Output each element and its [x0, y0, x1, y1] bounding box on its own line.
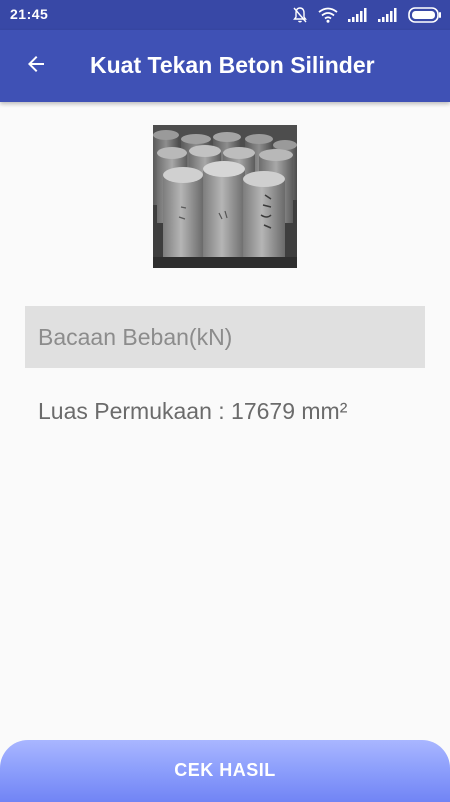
concrete-cylinders-image	[153, 125, 297, 268]
status-time: 21:45	[10, 6, 49, 22]
status-icons	[292, 5, 442, 25]
surface-area-text: Luas Permukaan : 17679 mm²	[38, 398, 348, 424]
check-result-button[interactable]: CEK HASIL	[0, 740, 450, 802]
signal-icon	[348, 8, 368, 22]
app-bar: Kuat Tekan Beton Silinder	[0, 30, 450, 102]
notifications-off-icon	[292, 6, 308, 24]
back-button[interactable]	[18, 48, 54, 84]
battery-icon	[408, 7, 442, 23]
page-title: Kuat Tekan Beton Silinder	[90, 52, 375, 78]
wifi-icon	[318, 7, 338, 23]
status-bar: 21:45	[0, 0, 450, 30]
signal-icon	[378, 8, 398, 22]
load-input[interactable]	[25, 306, 425, 368]
arrow-left-icon	[24, 52, 48, 81]
